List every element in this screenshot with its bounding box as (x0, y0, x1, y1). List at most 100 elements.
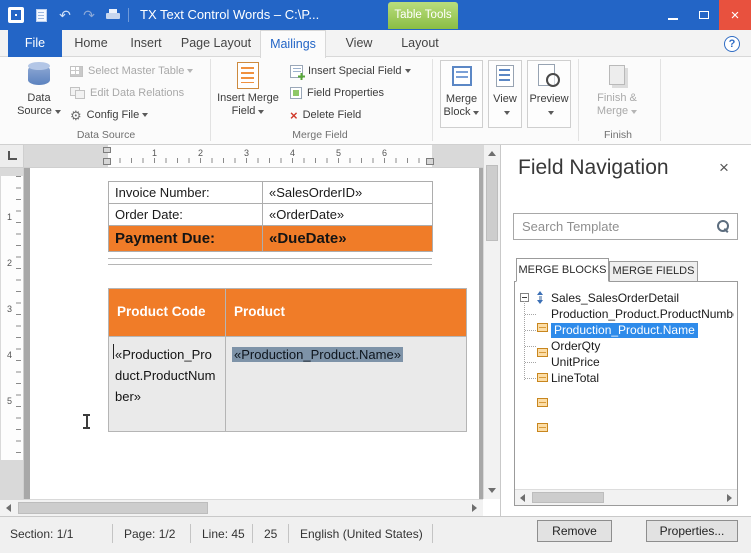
search-input[interactable] (513, 213, 738, 240)
product-table-header[interactable]: Product Code (108, 288, 226, 337)
insert-special-field-button[interactable]: Insert Special Field (290, 61, 411, 81)
tree-root-item[interactable]: Sales_SalesOrderDetail (551, 291, 733, 306)
new-document-button[interactable] (32, 6, 50, 24)
status-divider (252, 524, 253, 543)
tree-item-selected[interactable]: Production_Product.Name (551, 323, 698, 338)
undo-button[interactable]: ↶ (56, 6, 74, 24)
invoice-table-cell[interactable]: Order Date: (108, 203, 263, 226)
vertical-scrollbar-thumb[interactable] (486, 165, 498, 241)
panel-title: Field Navigation (518, 156, 669, 180)
status-language[interactable]: English (United States) (300, 527, 423, 541)
ruler-number: 2 (7, 258, 12, 268)
tab-layout[interactable]: Layout (390, 30, 450, 57)
status-section[interactable]: Section: 1/1 (10, 527, 73, 541)
dropdown-caret-icon (142, 113, 148, 117)
tab-home[interactable]: Home (66, 30, 116, 57)
config-file-button[interactable]: ⚙ Config File (70, 105, 148, 125)
dropdown-caret-icon (504, 111, 510, 115)
field-properties-icon (290, 87, 302, 99)
field-properties-button[interactable]: Field Properties (290, 83, 384, 103)
tab-merge-blocks[interactable]: MERGE BLOCKS (516, 258, 609, 282)
view-button[interactable]: View (488, 60, 522, 128)
left-indent-marker[interactable] (103, 158, 111, 165)
table-grid-icon (70, 66, 83, 77)
ibeam-cursor (82, 414, 91, 429)
tab-mailings[interactable]: Mailings (260, 30, 326, 58)
tree-connector-line (525, 314, 536, 315)
maximize-button[interactable] (688, 0, 719, 30)
dropdown-caret-icon (631, 110, 637, 114)
tab-page-layout[interactable]: Page Layout (176, 30, 256, 57)
properties-button[interactable]: Properties... (646, 520, 738, 542)
first-line-indent-marker[interactable] (103, 147, 111, 153)
preview-button[interactable]: Preview (527, 60, 571, 128)
insert-merge-field-button[interactable]: Insert Merge Field (216, 60, 280, 118)
tree-item[interactable]: UnitPrice (551, 355, 734, 370)
panel-close-button[interactable]: × (714, 158, 734, 178)
tree-item[interactable]: Production_Product.ProductNumber (551, 307, 734, 322)
group-separator (578, 59, 579, 141)
merge-block-button[interactable]: Merge Block (440, 60, 483, 128)
status-divider (288, 524, 289, 543)
scroll-right-arrow[interactable] (727, 494, 732, 502)
tab-insert[interactable]: Insert (120, 30, 172, 57)
dropdown-caret-icon (55, 110, 61, 114)
status-column[interactable]: 25 (264, 527, 277, 541)
data-source-button[interactable]: Data Source (12, 60, 66, 118)
ruler-number: 1 (152, 148, 157, 158)
ruler-number: 1 (7, 212, 12, 222)
scroll-left-arrow[interactable] (6, 504, 11, 512)
product-name-cell[interactable]: «Production_Product.Name» (225, 336, 467, 432)
titlebar: ↶ ↷ TX Text Control Words – C:\P... Tabl… (0, 0, 751, 30)
tab-view[interactable]: View (334, 30, 384, 57)
minimize-button[interactable] (657, 0, 688, 30)
tree-item[interactable]: LineTotal (551, 371, 734, 386)
scroll-up-arrow[interactable] (488, 151, 496, 156)
horizontal-scrollbar[interactable] (0, 499, 483, 516)
status-page[interactable]: Page: 1/2 (124, 527, 175, 541)
vertical-scrollbar[interactable] (483, 145, 500, 499)
scroll-right-arrow[interactable] (472, 504, 477, 512)
ruler-number: 3 (7, 304, 12, 314)
tab-file[interactable]: File (8, 30, 62, 57)
help-button[interactable]: ? (724, 36, 740, 52)
ruler-number: 5 (336, 148, 341, 158)
invoice-table-cell[interactable]: Invoice Number: (108, 181, 263, 204)
database-icon (28, 65, 50, 85)
search-icon[interactable] (717, 220, 730, 233)
vertical-ruler-ticks (16, 176, 21, 460)
invoice-table-cell[interactable]: «OrderDate» (262, 203, 433, 226)
tree-scrollbar-thumb[interactable] (532, 492, 604, 503)
ruler-number: 4 (290, 148, 295, 158)
selected-merge-field[interactable]: «Production_Product.Name» (232, 347, 403, 362)
ruler-number: 5 (7, 396, 12, 406)
scroll-left-arrow[interactable] (520, 494, 525, 502)
invoice-table-cell[interactable]: «SalesOrderID» (262, 181, 433, 204)
close-button[interactable]: × (719, 0, 751, 30)
right-indent-marker[interactable] (426, 158, 434, 165)
invoice-table-cell-due-date[interactable]: «DueDate» (262, 225, 433, 252)
merge-block-icon (452, 66, 472, 86)
tab-stop-selector[interactable] (8, 151, 17, 160)
scroll-down-arrow[interactable] (488, 488, 496, 493)
tab-merge-fields[interactable]: MERGE FIELDS (609, 261, 698, 281)
dropdown-caret-icon (473, 111, 479, 115)
redo-button[interactable]: ↷ (80, 6, 98, 24)
print-icon (106, 9, 120, 21)
tree-item[interactable]: OrderQty (551, 339, 734, 354)
status-line[interactable]: Line: 45 (202, 527, 245, 541)
delete-field-button[interactable]: × Delete Field (290, 105, 361, 125)
horizontal-scrollbar-thumb[interactable] (18, 502, 208, 514)
edit-data-relations-button: Edit Data Relations (70, 83, 184, 103)
invoice-table-cell-payment-due[interactable]: Payment Due: (108, 225, 263, 252)
product-table-header[interactable]: Product (225, 288, 467, 337)
app-logo-icon[interactable] (8, 7, 24, 23)
tree-connector-line (524, 301, 525, 380)
product-code-cell[interactable]: «Production_Product.ProductNumber» (108, 336, 226, 432)
ruler-number: 4 (7, 350, 12, 360)
group-label-finish: Finish (580, 129, 656, 141)
minimize-icon (668, 18, 678, 20)
print-button[interactable] (104, 6, 122, 24)
tree-horizontal-scrollbar[interactable] (515, 489, 737, 505)
remove-button[interactable]: Remove (537, 520, 612, 542)
